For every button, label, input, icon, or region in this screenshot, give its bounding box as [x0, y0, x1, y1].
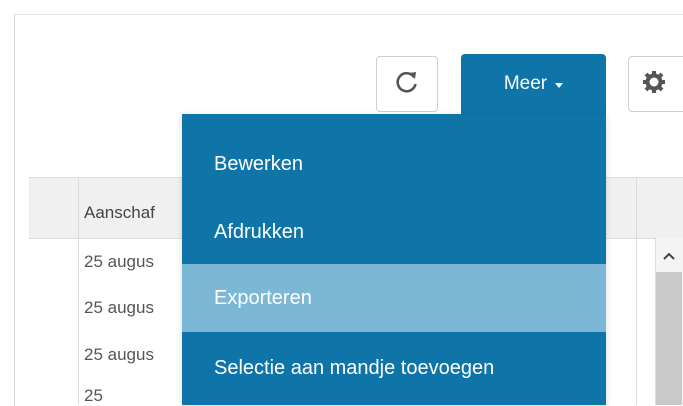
table-row[interactable]: 25 augus	[84, 298, 154, 318]
more-dropdown-button[interactable]: Meer	[461, 54, 606, 114]
more-dropdown-menu: Bewerken Afdrukken Exporteren Selectie a…	[182, 114, 606, 405]
scrollbar-thumb[interactable]	[656, 272, 682, 405]
refresh-button[interactable]	[376, 56, 438, 112]
more-button-label: Meer	[503, 73, 548, 94]
menu-item-selectie-aan-mandje-toevoegen[interactable]: Selectie aan mandje toevoegen	[182, 334, 606, 402]
refresh-icon	[394, 69, 420, 100]
settings-button[interactable]	[628, 56, 683, 112]
table-row[interactable]: 25 augus	[84, 252, 154, 272]
caret-down-icon	[555, 82, 564, 88]
column-header-aanschaf[interactable]: Aanschaf	[84, 203, 155, 223]
table-row[interactable]: 25 augus	[84, 345, 154, 365]
column-divider	[78, 178, 79, 405]
menu-item-afdrukken[interactable]: Afdrukken	[182, 198, 606, 266]
scroll-up-icon[interactable]	[655, 240, 683, 268]
menu-item-exporteren[interactable]: Exporteren	[182, 264, 606, 332]
menu-item-bewerken[interactable]: Bewerken	[182, 130, 606, 198]
column-divider	[636, 178, 637, 405]
table-row[interactable]: 25	[84, 386, 103, 406]
gear-icon	[641, 69, 667, 100]
